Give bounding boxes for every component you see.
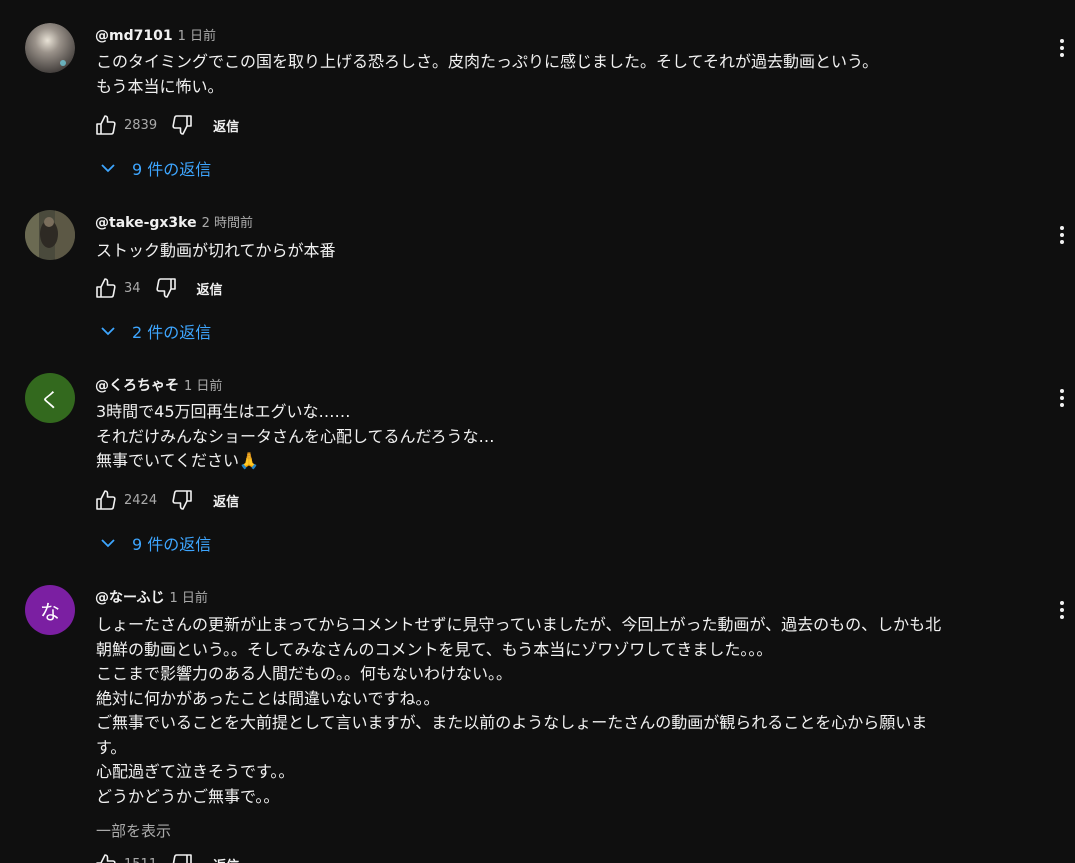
like-button[interactable] bbox=[93, 487, 119, 513]
comments-section: @md7101 1 日前 このタイミングでこの国を取り上げる恐ろしさ。皮肉たっぷり… bbox=[0, 0, 1075, 863]
comment-line: 無事でいてください🙏 bbox=[96, 451, 259, 470]
reply-button[interactable]: 返信 bbox=[197, 279, 223, 298]
replies-count-label: 9 件の返信 bbox=[132, 160, 212, 179]
comment-actions: 2839 返信 bbox=[93, 112, 239, 138]
reply-button[interactable]: 返信 bbox=[213, 491, 239, 510]
comment-line: 絶対に何かがあったことは間違いないですね。。 bbox=[96, 688, 440, 708]
like-count: 2839 bbox=[124, 117, 158, 133]
author-handle[interactable]: @md7101 bbox=[95, 28, 173, 44]
chevron-down-icon bbox=[99, 322, 117, 340]
comment-text: ストック動画が切れてからが本番 bbox=[96, 239, 336, 264]
comment-text: このタイミングでこの国を取り上げる恐ろしさ。皮肉たっぷりに感じました。そしてそれ… bbox=[96, 50, 878, 99]
thumbs-down-icon bbox=[155, 278, 176, 298]
comment-line: 朝鮮の動画という。。そしてみなさんのコメントを見て、もう本当にゾワゾワしてきまし… bbox=[96, 639, 773, 659]
dislike-button[interactable] bbox=[153, 275, 179, 301]
comment-line: 心配過ぎて泣きそうです。。 bbox=[96, 762, 295, 781]
comment-actions: 1511 返信 bbox=[93, 851, 239, 863]
avatar-letter: く bbox=[40, 387, 60, 412]
comment-text: しょーたさんの更新が止まってからコメントせずに見守っていましたが、今回上がった動… bbox=[96, 613, 941, 809]
avatar-letter: な bbox=[40, 599, 60, 624]
comment-line: このタイミングでこの国を取り上げる恐ろしさ。皮肉たっぷりに感じました。そしてそれ… bbox=[96, 52, 879, 71]
avatar-image bbox=[25, 210, 75, 260]
view-replies-button[interactable]: 9 件の返信 bbox=[99, 156, 211, 180]
avatar-image bbox=[25, 23, 75, 73]
comment-time[interactable]: 1 日前 bbox=[178, 29, 216, 44]
like-button[interactable] bbox=[93, 112, 119, 138]
avatar[interactable] bbox=[25, 23, 75, 73]
like-button[interactable] bbox=[93, 851, 119, 863]
like-count: 1511 bbox=[124, 857, 157, 863]
comment-header: @くろちゃそ 1 日前 bbox=[95, 375, 222, 395]
comment-header: @md7101 1 日前 bbox=[95, 25, 216, 44]
like-button[interactable] bbox=[93, 275, 119, 301]
read-more-link[interactable]: 一部を表示 bbox=[96, 820, 171, 841]
thumbs-down-icon bbox=[172, 854, 192, 863]
reply-button[interactable]: 返信 bbox=[213, 855, 239, 863]
more-actions-button[interactable] bbox=[1051, 222, 1073, 248]
comment-line: しょーたさんの更新が止まってからコメントせずに見守っていましたが、今回上がった動… bbox=[96, 615, 942, 634]
thumbs-up-icon bbox=[96, 490, 116, 510]
avatar[interactable] bbox=[25, 210, 75, 260]
view-replies-button[interactable]: 2 件の返信 bbox=[99, 319, 211, 343]
thumbs-up-icon bbox=[96, 854, 116, 863]
comment-line: もう本当に怖い。 bbox=[96, 76, 224, 96]
comment-time[interactable]: 1 日前 bbox=[169, 591, 207, 606]
thumbs-up-icon bbox=[96, 278, 116, 298]
dislike-button[interactable] bbox=[169, 851, 195, 863]
author-handle[interactable]: @なーふじ bbox=[95, 590, 164, 606]
comment-actions: 2424 返信 bbox=[93, 487, 239, 513]
thumbs-down-icon bbox=[172, 115, 192, 135]
like-count: 34 bbox=[124, 280, 141, 296]
replies-count-label: 9 件の返信 bbox=[132, 535, 212, 554]
comment-actions: 34 返信 bbox=[93, 275, 223, 301]
comment-time[interactable]: 2 時間前 bbox=[202, 216, 253, 231]
more-vertical-icon bbox=[1060, 601, 1064, 619]
comment-text: 3時間で45万回再生はエグいな…… それだけみんなショータさんを心配してるんだろ… bbox=[96, 400, 495, 474]
more-vertical-icon bbox=[1060, 226, 1064, 244]
thumbs-down-icon bbox=[172, 490, 192, 510]
more-vertical-icon bbox=[1060, 389, 1064, 407]
more-actions-button[interactable] bbox=[1051, 597, 1073, 623]
comment-line: 3時間で45万回再生はエグいな…… bbox=[96, 402, 351, 421]
author-handle[interactable]: @take-gx3ke bbox=[95, 215, 197, 231]
more-actions-button[interactable] bbox=[1051, 385, 1073, 411]
avatar[interactable]: く bbox=[25, 373, 75, 423]
comment-header: @なーふじ 1 日前 bbox=[95, 587, 208, 607]
more-vertical-icon bbox=[1060, 39, 1064, 57]
comment-line: ご無事でいることを大前提として言いますが、また以前のようなしょーたさんの動画が観… bbox=[96, 713, 928, 732]
view-replies-button[interactable]: 9 件の返信 bbox=[99, 531, 211, 555]
comment-line: す。 bbox=[96, 737, 127, 757]
comment-line: どうかどうかご無事で。。 bbox=[96, 786, 280, 806]
like-count: 2424 bbox=[124, 492, 158, 508]
more-actions-button[interactable] bbox=[1051, 35, 1073, 61]
replies-count-label: 2 件の返信 bbox=[132, 323, 212, 342]
comment-header: @take-gx3ke 2 時間前 bbox=[95, 212, 253, 231]
dislike-button[interactable] bbox=[169, 487, 195, 513]
thumbs-up-icon bbox=[96, 115, 116, 135]
chevron-down-icon bbox=[99, 534, 117, 552]
comment-line: それだけみんなショータさんを心配してるんだろうな… bbox=[96, 426, 495, 446]
comment-time[interactable]: 1 日前 bbox=[184, 379, 222, 394]
comment-line: ここまで影響力のある人間だもの。。何もないわけない。。 bbox=[96, 664, 513, 683]
chevron-down-icon bbox=[99, 159, 117, 177]
reply-button[interactable]: 返信 bbox=[213, 116, 239, 135]
dislike-button[interactable] bbox=[169, 112, 195, 138]
comment-line: ストック動画が切れてからが本番 bbox=[96, 241, 336, 260]
author-handle[interactable]: @くろちゃそ bbox=[95, 378, 179, 394]
avatar[interactable]: な bbox=[25, 585, 75, 635]
